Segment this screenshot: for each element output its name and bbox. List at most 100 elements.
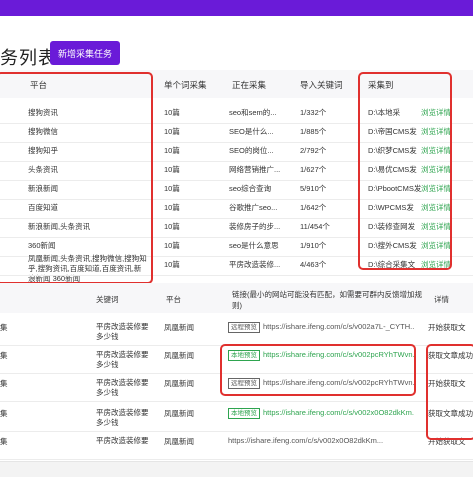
task-browse-link[interactable]: 浏览详情 bbox=[421, 164, 451, 175]
result-url-link[interactable]: https://ishare.ifeng.com/c/s/v002pcRYhTW… bbox=[263, 350, 414, 359]
task-platform-line: 乎,搜狗资讯,百度知道,百度资讯,新 bbox=[28, 264, 142, 273]
result-link-cell: 本地预览 https://ishare.ifeng.com/c/s/v002x0O… bbox=[228, 408, 414, 419]
task-current-keyword: seo是什么意思 bbox=[229, 241, 279, 250]
task-browse-link[interactable]: 浏览详情 bbox=[421, 107, 451, 118]
task-platform: 360新闻 bbox=[28, 241, 56, 250]
result-row: 集 平房改造装修要 多少钱 凤凰新闻 本地预览 https://ishare.ifeng.… bbox=[0, 346, 473, 374]
add-task-button[interactable]: 新增采集任务 bbox=[50, 41, 120, 65]
task-count: 10篇 bbox=[164, 184, 180, 193]
result-detail: 获取文章成功 bbox=[428, 351, 473, 360]
remote-preview-button[interactable]: 远程预览 bbox=[228, 378, 260, 389]
col2-platform: 平台 bbox=[166, 295, 181, 304]
result-detail: 获取文章成功 bbox=[428, 409, 473, 418]
task-row: 新浪新闻 10篇 seo综合查询 5/910个 D:\PbootCMS发 浏览详情 bbox=[0, 181, 473, 200]
task-count: 10篇 bbox=[164, 241, 180, 250]
task-dest-path: D:\搜外CMS发 bbox=[368, 241, 417, 250]
task-count: 10篇 bbox=[164, 127, 180, 136]
result-keyword: 平房改造装修要 bbox=[96, 436, 149, 446]
result-url-link[interactable]: https://ishare.ifeng.com/c/s/v002pcRYhTW… bbox=[263, 378, 414, 387]
task-current-keyword: SEO是什么... bbox=[229, 127, 274, 136]
result-keyword-line: 多少钱 bbox=[96, 332, 119, 341]
task-browse-link[interactable]: 浏览详情 bbox=[421, 183, 451, 194]
footer-bar bbox=[0, 461, 473, 477]
page-title: 务列表 bbox=[0, 48, 57, 68]
result-platform: 凤凰新闻 bbox=[164, 351, 194, 360]
task-dest-path: D:\综合采集文 bbox=[368, 260, 416, 269]
result-keyword: 平房改造装修要 多少钱 bbox=[96, 350, 149, 370]
task-count: 10篇 bbox=[164, 165, 180, 174]
task-browse-link[interactable]: 浏览详情 bbox=[421, 221, 451, 232]
local-preview-button[interactable]: 本地预览 bbox=[228, 350, 260, 361]
task-dest-path: D:\易优CMS发 bbox=[368, 165, 417, 174]
result-prefix: 集 bbox=[0, 409, 8, 418]
task-progress: 1/332个 bbox=[300, 108, 327, 117]
task-browse-link[interactable]: 浏览详情 bbox=[421, 145, 451, 156]
task-row: 搜狗资讯 10篇 seo和sem的... 1/332个 D:\本地采 浏览详情 bbox=[0, 105, 473, 124]
task-row: 凤凰新闻,头条资讯,搜狗微信,搜狗知 乎,搜狗资讯,百度知道,百度资讯,新 浪新闻 … bbox=[0, 254, 473, 283]
task-current-keyword: 谷歌推广seo... bbox=[229, 203, 278, 212]
top-bar bbox=[0, 0, 473, 16]
result-row: 集 平房改造装修要 多少钱 凤凰新闻 本地预览 https://ishare.ifeng.… bbox=[0, 404, 473, 432]
local-preview-button[interactable]: 本地预览 bbox=[228, 408, 260, 419]
task-platform: 新浪新闻 bbox=[28, 184, 58, 193]
task-row: 搜狗知乎 10篇 SEO的岗位... 2/792个 D:\织梦CMS发 浏览详情 bbox=[0, 143, 473, 162]
row-divider bbox=[0, 401, 473, 402]
col-dest: 采集到 bbox=[368, 80, 394, 90]
col-current: 正在采集 bbox=[232, 80, 267, 90]
task-dest-path: D:\帝国CMS发 bbox=[368, 127, 417, 136]
result-keyword: 平房改造装修要 多少钱 bbox=[96, 408, 149, 428]
task-browse-link[interactable]: 浏览详情 bbox=[421, 126, 451, 137]
col-platform: 平台 bbox=[30, 80, 48, 90]
task-progress: 11/454个 bbox=[300, 222, 330, 231]
task-browse-link[interactable]: 浏览详情 bbox=[421, 240, 451, 251]
task-count: 10篇 bbox=[164, 146, 180, 155]
task-current-keyword: seo和sem的... bbox=[229, 108, 277, 117]
result-platform: 凤凰新闻 bbox=[164, 379, 194, 388]
result-detail: 开始获取文 bbox=[428, 379, 466, 388]
result-keyword: 平房改造装修要 多少钱 bbox=[96, 378, 149, 398]
task-row: 头条资讯 10篇 网络营销推广... 1/627个 D:\易优CMS发 浏览详情 bbox=[0, 162, 473, 181]
task-platform: 头条资讯 bbox=[28, 165, 58, 174]
task-dest-path: D:\WPCMS发 bbox=[368, 203, 414, 212]
row-divider bbox=[0, 275, 473, 276]
task-browse-link[interactable]: 浏览详情 bbox=[421, 259, 451, 270]
result-keyword-line: 平房改造装修要 bbox=[96, 408, 149, 417]
result-table-header: 关键词 平台 链接(最小的网站可能没有匹配，如需要可群内反馈增加规则) 详情 bbox=[0, 283, 473, 313]
remote-preview-button[interactable]: 远程预览 bbox=[228, 322, 260, 333]
result-url-link[interactable]: https://ishare.ifeng.com/c/s/v002x0O82dk… bbox=[228, 436, 383, 445]
task-progress: 1/885个 bbox=[300, 127, 327, 136]
result-keyword-line: 多少钱 bbox=[96, 418, 119, 427]
result-keyword-line: 多少钱 bbox=[96, 360, 119, 369]
result-url-link[interactable]: https://ishare.ifeng.com/c/s/v002x0O82dk… bbox=[263, 408, 414, 417]
task-dest-path: D:\织梦CMS发 bbox=[368, 146, 417, 155]
result-prefix: 集 bbox=[0, 379, 8, 388]
result-prefix: 集 bbox=[0, 437, 8, 446]
task-dest-path: D:\装修查网发 bbox=[368, 222, 416, 231]
task-progress: 1/627个 bbox=[300, 165, 327, 174]
result-prefix: 集 bbox=[0, 351, 8, 360]
task-platform: 百度知道 bbox=[28, 203, 58, 212]
result-detail: 开始获取文 bbox=[428, 437, 466, 446]
col2-link: 链接(最小的网站可能没有匹配，如需要可群内反馈增加规则) bbox=[232, 290, 422, 310]
col2-detail: 详情 bbox=[434, 295, 449, 304]
result-row: 集 平房改造装修要 凤凰新闻 https://ishare.ifeng.com/c/s… bbox=[0, 432, 473, 460]
task-table-header: 平台 单个词采集 正在采集 导入关键词 采集到 bbox=[0, 70, 473, 98]
task-browse-link[interactable]: 浏览详情 bbox=[421, 202, 451, 213]
result-link-cell: 远程预览 https://ishare.ifeng.com/c/s/v002pcR… bbox=[228, 378, 414, 389]
result-prefix: 集 bbox=[0, 323, 8, 332]
col-count: 单个词采集 bbox=[164, 80, 207, 90]
result-keyword-line: 平房改造装修要 bbox=[96, 436, 149, 445]
task-current-keyword: 网络营销推广... bbox=[229, 165, 281, 174]
result-keyword-line: 平房改造装修要 bbox=[96, 378, 149, 387]
result-detail: 开始获取文 bbox=[428, 323, 466, 332]
result-link-cell: https://ishare.ifeng.com/c/s/v002x0O82dk… bbox=[228, 436, 414, 445]
task-current-keyword: 平房改造装修... bbox=[229, 260, 281, 269]
result-url-link[interactable]: https://ishare.ifeng.com/c/s/v002a7L-_CY… bbox=[263, 322, 414, 331]
task-current-keyword: 装修房子的步... bbox=[229, 222, 281, 231]
col-keywords: 导入关键词 bbox=[300, 80, 343, 90]
result-keyword: 平房改造装修要 多少钱 bbox=[96, 322, 149, 342]
task-current-keyword: seo综合查询 bbox=[229, 184, 272, 193]
task-progress: 1/910个 bbox=[300, 241, 327, 250]
task-progress: 1/642个 bbox=[300, 203, 327, 212]
task-row: 搜狗微信 10篇 SEO是什么... 1/885个 D:\帝国CMS发 浏览详情 bbox=[0, 124, 473, 143]
